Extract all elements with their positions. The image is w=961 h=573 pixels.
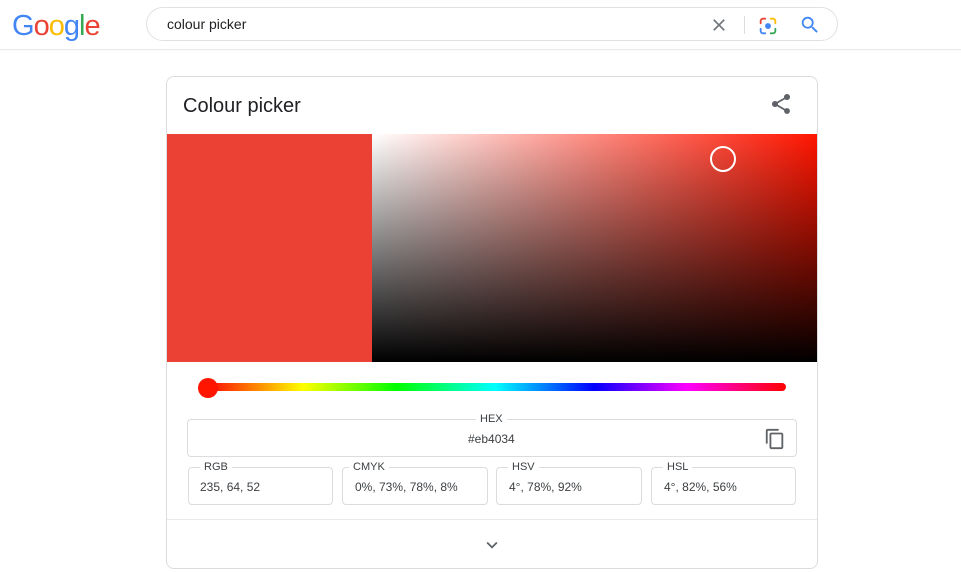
cmyk-value[interactable]: 0%, 73%, 78%, 8% [355,480,458,494]
selected-color-swatch [167,134,372,362]
hex-label: HEX [476,412,507,426]
rgb-field[interactable]: RGB 235, 64, 52 [188,460,333,505]
close-icon[interactable] [709,15,729,35]
saturation-value-area[interactable] [372,134,817,362]
colour-picker-card: Colour picker HEX #eb4034 RGB 235, 64, 5… [166,76,818,569]
hex-value[interactable]: #eb4034 [468,432,515,446]
hue-slider[interactable] [204,383,786,391]
hue-slider-handle[interactable] [198,378,218,398]
value-gradient [372,134,817,362]
rgb-label: RGB [200,460,232,474]
logo-letter: g [63,10,80,42]
chevron-down-icon[interactable] [481,534,503,556]
logo-letter: G [12,10,35,42]
search-box[interactable]: colour picker [146,7,838,41]
hex-field[interactable]: HEX #eb4034 [187,412,797,457]
hsl-label: HSL [663,460,693,474]
logo-letter: o [48,10,65,42]
share-icon[interactable] [769,92,793,116]
hsv-label: HSV [508,460,539,474]
search-icon[interactable] [799,14,821,36]
cmyk-label: CMYK [349,460,389,474]
card-divider [167,519,817,520]
rgb-value[interactable]: 235, 64, 52 [200,480,260,494]
saturation-value-handle[interactable] [710,146,736,172]
logo-letter: e [84,10,100,42]
top-bar: Google colour picker [0,0,961,50]
google-logo[interactable]: Google [12,10,101,42]
cmyk-field[interactable]: CMYK 0%, 73%, 78%, 8% [342,460,488,505]
search-divider [744,16,745,34]
logo-letter: o [33,10,50,42]
copy-icon[interactable] [764,428,786,450]
camera-lens-icon[interactable] [757,15,779,37]
search-input[interactable]: colour picker [167,16,246,33]
hsl-value[interactable]: 4°, 82%, 56% [664,480,737,494]
hsv-value[interactable]: 4°, 78%, 92% [509,480,582,494]
hsl-field[interactable]: HSL 4°, 82%, 56% [651,460,796,505]
hsv-field[interactable]: HSV 4°, 78%, 92% [496,460,642,505]
card-title: Colour picker [183,95,301,117]
